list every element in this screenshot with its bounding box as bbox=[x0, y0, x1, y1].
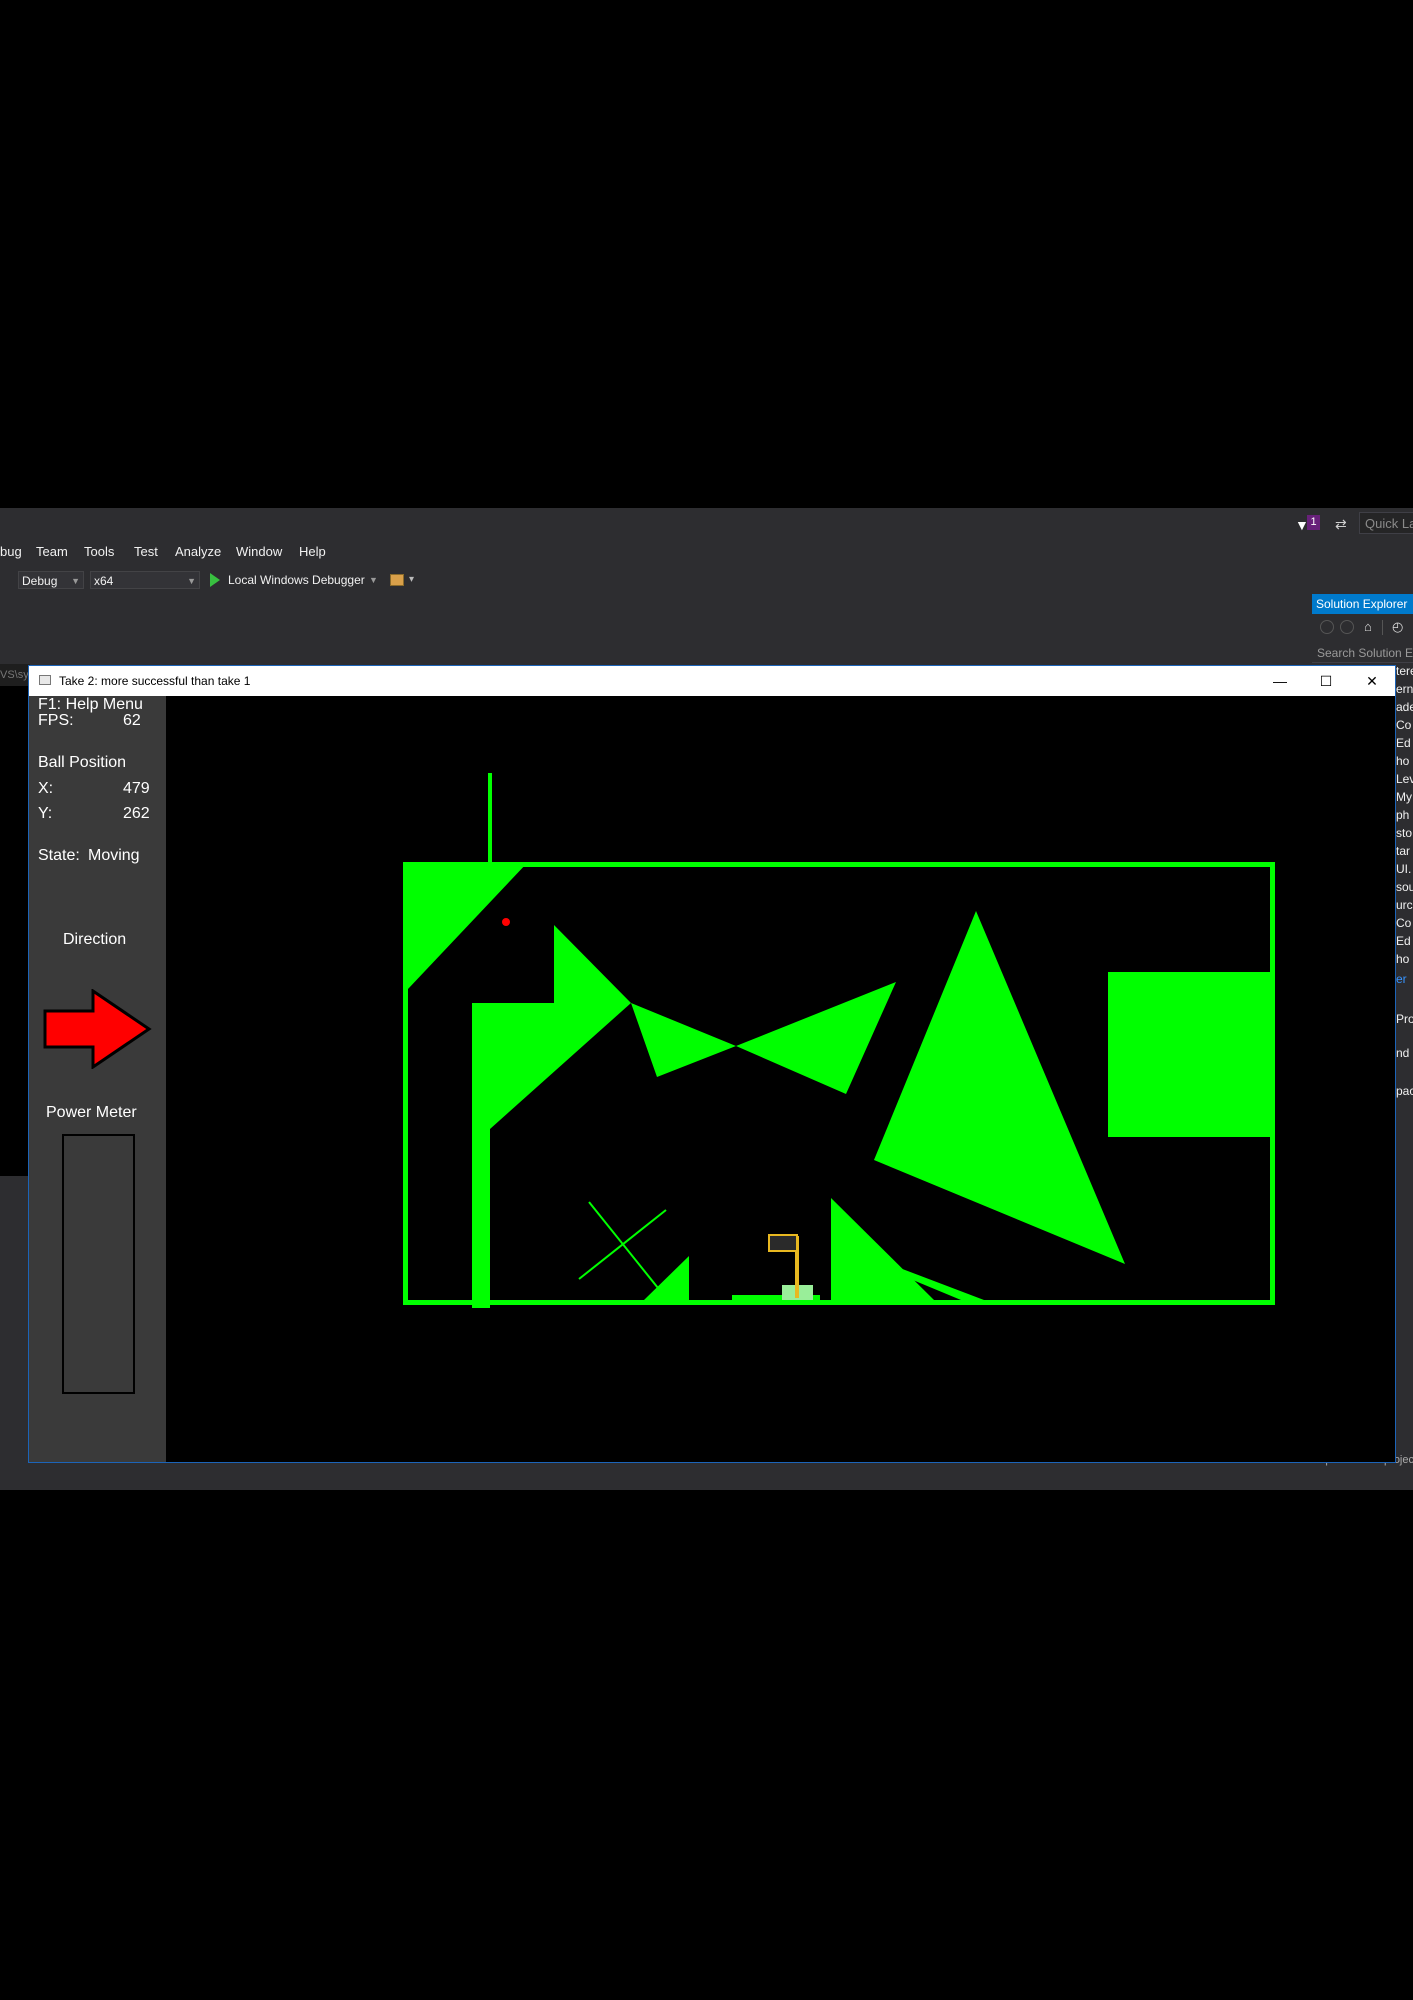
notification-count-badge[interactable]: 1 bbox=[1307, 515, 1320, 530]
solution-tree-item[interactable]: ade bbox=[1396, 700, 1413, 718]
menu-debug[interactable]: bug bbox=[0, 544, 22, 559]
game-window: Take 2: more successful than take 1 — ☐ … bbox=[28, 665, 1396, 1463]
home-icon[interactable]: ⌂ bbox=[1364, 619, 1372, 634]
chevron-down-icon: ▼ bbox=[71, 576, 80, 586]
configuration-select[interactable]: Debug ▼ bbox=[18, 571, 84, 589]
bowtie-obstacle bbox=[631, 982, 896, 1094]
solution-tree-item[interactable]: Co bbox=[1396, 718, 1413, 736]
solution-tree-item[interactable]: Pro bbox=[1396, 1012, 1413, 1030]
y-label: Y: bbox=[38, 805, 53, 822]
solution-tree-item[interactable]: Lev bbox=[1396, 772, 1413, 790]
window-title: Take 2: more successful than take 1 bbox=[59, 674, 251, 688]
chevron-down-icon[interactable]: ▼ bbox=[369, 571, 378, 589]
solution-tree-item[interactable]: ho bbox=[1396, 754, 1413, 772]
x-label: X: bbox=[38, 780, 54, 797]
power-meter bbox=[62, 1134, 135, 1394]
toolbar-separator bbox=[1382, 620, 1383, 635]
close-button[interactable]: ✕ bbox=[1349, 666, 1395, 696]
state-value: Moving bbox=[88, 847, 140, 864]
solution-tree-item[interactable]: nd bbox=[1396, 1046, 1413, 1064]
right-arrow-icon bbox=[43, 989, 152, 1069]
boundary-bottom bbox=[403, 1300, 1275, 1305]
flag-icon bbox=[768, 1234, 798, 1252]
hud-panel: F1: Help Menu FPS: 62 Ball Position X: 4… bbox=[29, 696, 166, 1462]
back-icon[interactable] bbox=[1320, 620, 1334, 634]
platform-value: x64 bbox=[94, 574, 114, 588]
solution-tree-item[interactable]: er bbox=[1396, 972, 1413, 990]
menu-team[interactable]: Team bbox=[36, 544, 68, 559]
solution-tree-item[interactable]: Ed bbox=[1396, 934, 1413, 952]
large-triangle bbox=[874, 911, 1125, 1264]
fps-value: 62 bbox=[123, 712, 141, 729]
minimize-button[interactable]: — bbox=[1257, 666, 1303, 696]
level-post bbox=[488, 773, 492, 862]
x-marker-line bbox=[578, 1209, 667, 1280]
app-icon bbox=[39, 675, 51, 685]
left-ramp bbox=[472, 925, 631, 1129]
vs-toolbar: Debug ▼ x64 ▼ Local Windows Debugger ▼ ▾ bbox=[0, 568, 1413, 594]
start-debugger-button[interactable]: Local Windows Debugger bbox=[228, 571, 365, 589]
menu-window[interactable]: Window bbox=[236, 544, 282, 559]
vs-title-area: ▼ 1 ⇄ Quick Launch bbox=[0, 508, 1413, 542]
quick-launch-input[interactable]: Quick Launch bbox=[1359, 512, 1413, 534]
solution-tree-item[interactable]: tar bbox=[1396, 844, 1413, 862]
solution-tree-item[interactable]: urce bbox=[1396, 898, 1413, 916]
state-label: State: bbox=[38, 847, 80, 864]
menu-analyze[interactable]: Analyze bbox=[175, 544, 221, 559]
solution-tree-item[interactable]: ho bbox=[1396, 952, 1413, 970]
solution-tree-item[interactable]: sou bbox=[1396, 880, 1413, 898]
power-meter-label: Power Meter bbox=[46, 1104, 137, 1121]
direction-label: Direction bbox=[63, 931, 127, 948]
right-block bbox=[1108, 972, 1275, 1137]
solution-tree-item[interactable]: tere bbox=[1396, 664, 1413, 682]
solution-tree-item[interactable]: My bbox=[1396, 790, 1413, 808]
golf-ball bbox=[502, 918, 510, 926]
x-marker-line bbox=[588, 1201, 659, 1289]
solution-search-input[interactable]: Search Solution Explorer bbox=[1312, 643, 1413, 663]
solution-tree-item[interactable]: sto bbox=[1396, 826, 1413, 844]
feedback-icon[interactable]: ⇄ bbox=[1335, 516, 1347, 533]
maximize-button[interactable]: ☐ bbox=[1303, 666, 1349, 696]
solution-tree-item[interactable]: pac bbox=[1396, 1084, 1413, 1102]
play-icon[interactable] bbox=[210, 573, 220, 587]
desktop-screen: ▼ 1 ⇄ Quick Launch bug Team Tools Test A… bbox=[0, 0, 1413, 2000]
platform-select[interactable]: x64 ▼ bbox=[90, 571, 200, 589]
y-value: 262 bbox=[123, 805, 150, 822]
solution-tree-item[interactable]: Ed bbox=[1396, 736, 1413, 754]
menu-test[interactable]: Test bbox=[134, 544, 158, 559]
fps-label: FPS: bbox=[38, 712, 74, 729]
editor-tab-path[interactable]: VS\sys bbox=[0, 664, 30, 686]
x-value: 479 bbox=[123, 780, 150, 797]
solution-explorer-tab[interactable]: Solution Explorer bbox=[1312, 594, 1413, 614]
menu-help[interactable]: Help bbox=[299, 544, 326, 559]
solution-explorer-toolbar: ⌂ ◴ bbox=[1312, 616, 1413, 640]
solution-tree-item[interactable]: ern bbox=[1396, 682, 1413, 700]
ball-position-label: Ball Position bbox=[38, 754, 127, 771]
configuration-value: Debug bbox=[22, 574, 58, 588]
toolbar-overflow-icon[interactable]: ▾ bbox=[409, 574, 414, 585]
chevron-down-icon: ▼ bbox=[187, 576, 196, 586]
game-canvas[interactable] bbox=[166, 696, 1395, 1462]
history-icon[interactable]: ◴ bbox=[1392, 619, 1403, 635]
editor-area bbox=[0, 686, 30, 1176]
floor-ramp bbox=[831, 1198, 934, 1300]
game-titlebar[interactable]: Take 2: more successful than take 1 — ☐ … bbox=[29, 666, 1395, 696]
solution-tree-item[interactable]: Co bbox=[1396, 916, 1413, 934]
menu-tools[interactable]: Tools bbox=[84, 544, 114, 559]
solution-tree-item[interactable]: UI. bbox=[1396, 862, 1413, 880]
boundary-top bbox=[403, 862, 1275, 867]
toolbar-extension-icon[interactable] bbox=[390, 574, 404, 586]
corner-wedge bbox=[403, 862, 528, 989]
forward-icon[interactable] bbox=[1340, 620, 1354, 634]
solution-tree-item[interactable]: ph bbox=[1396, 808, 1413, 826]
